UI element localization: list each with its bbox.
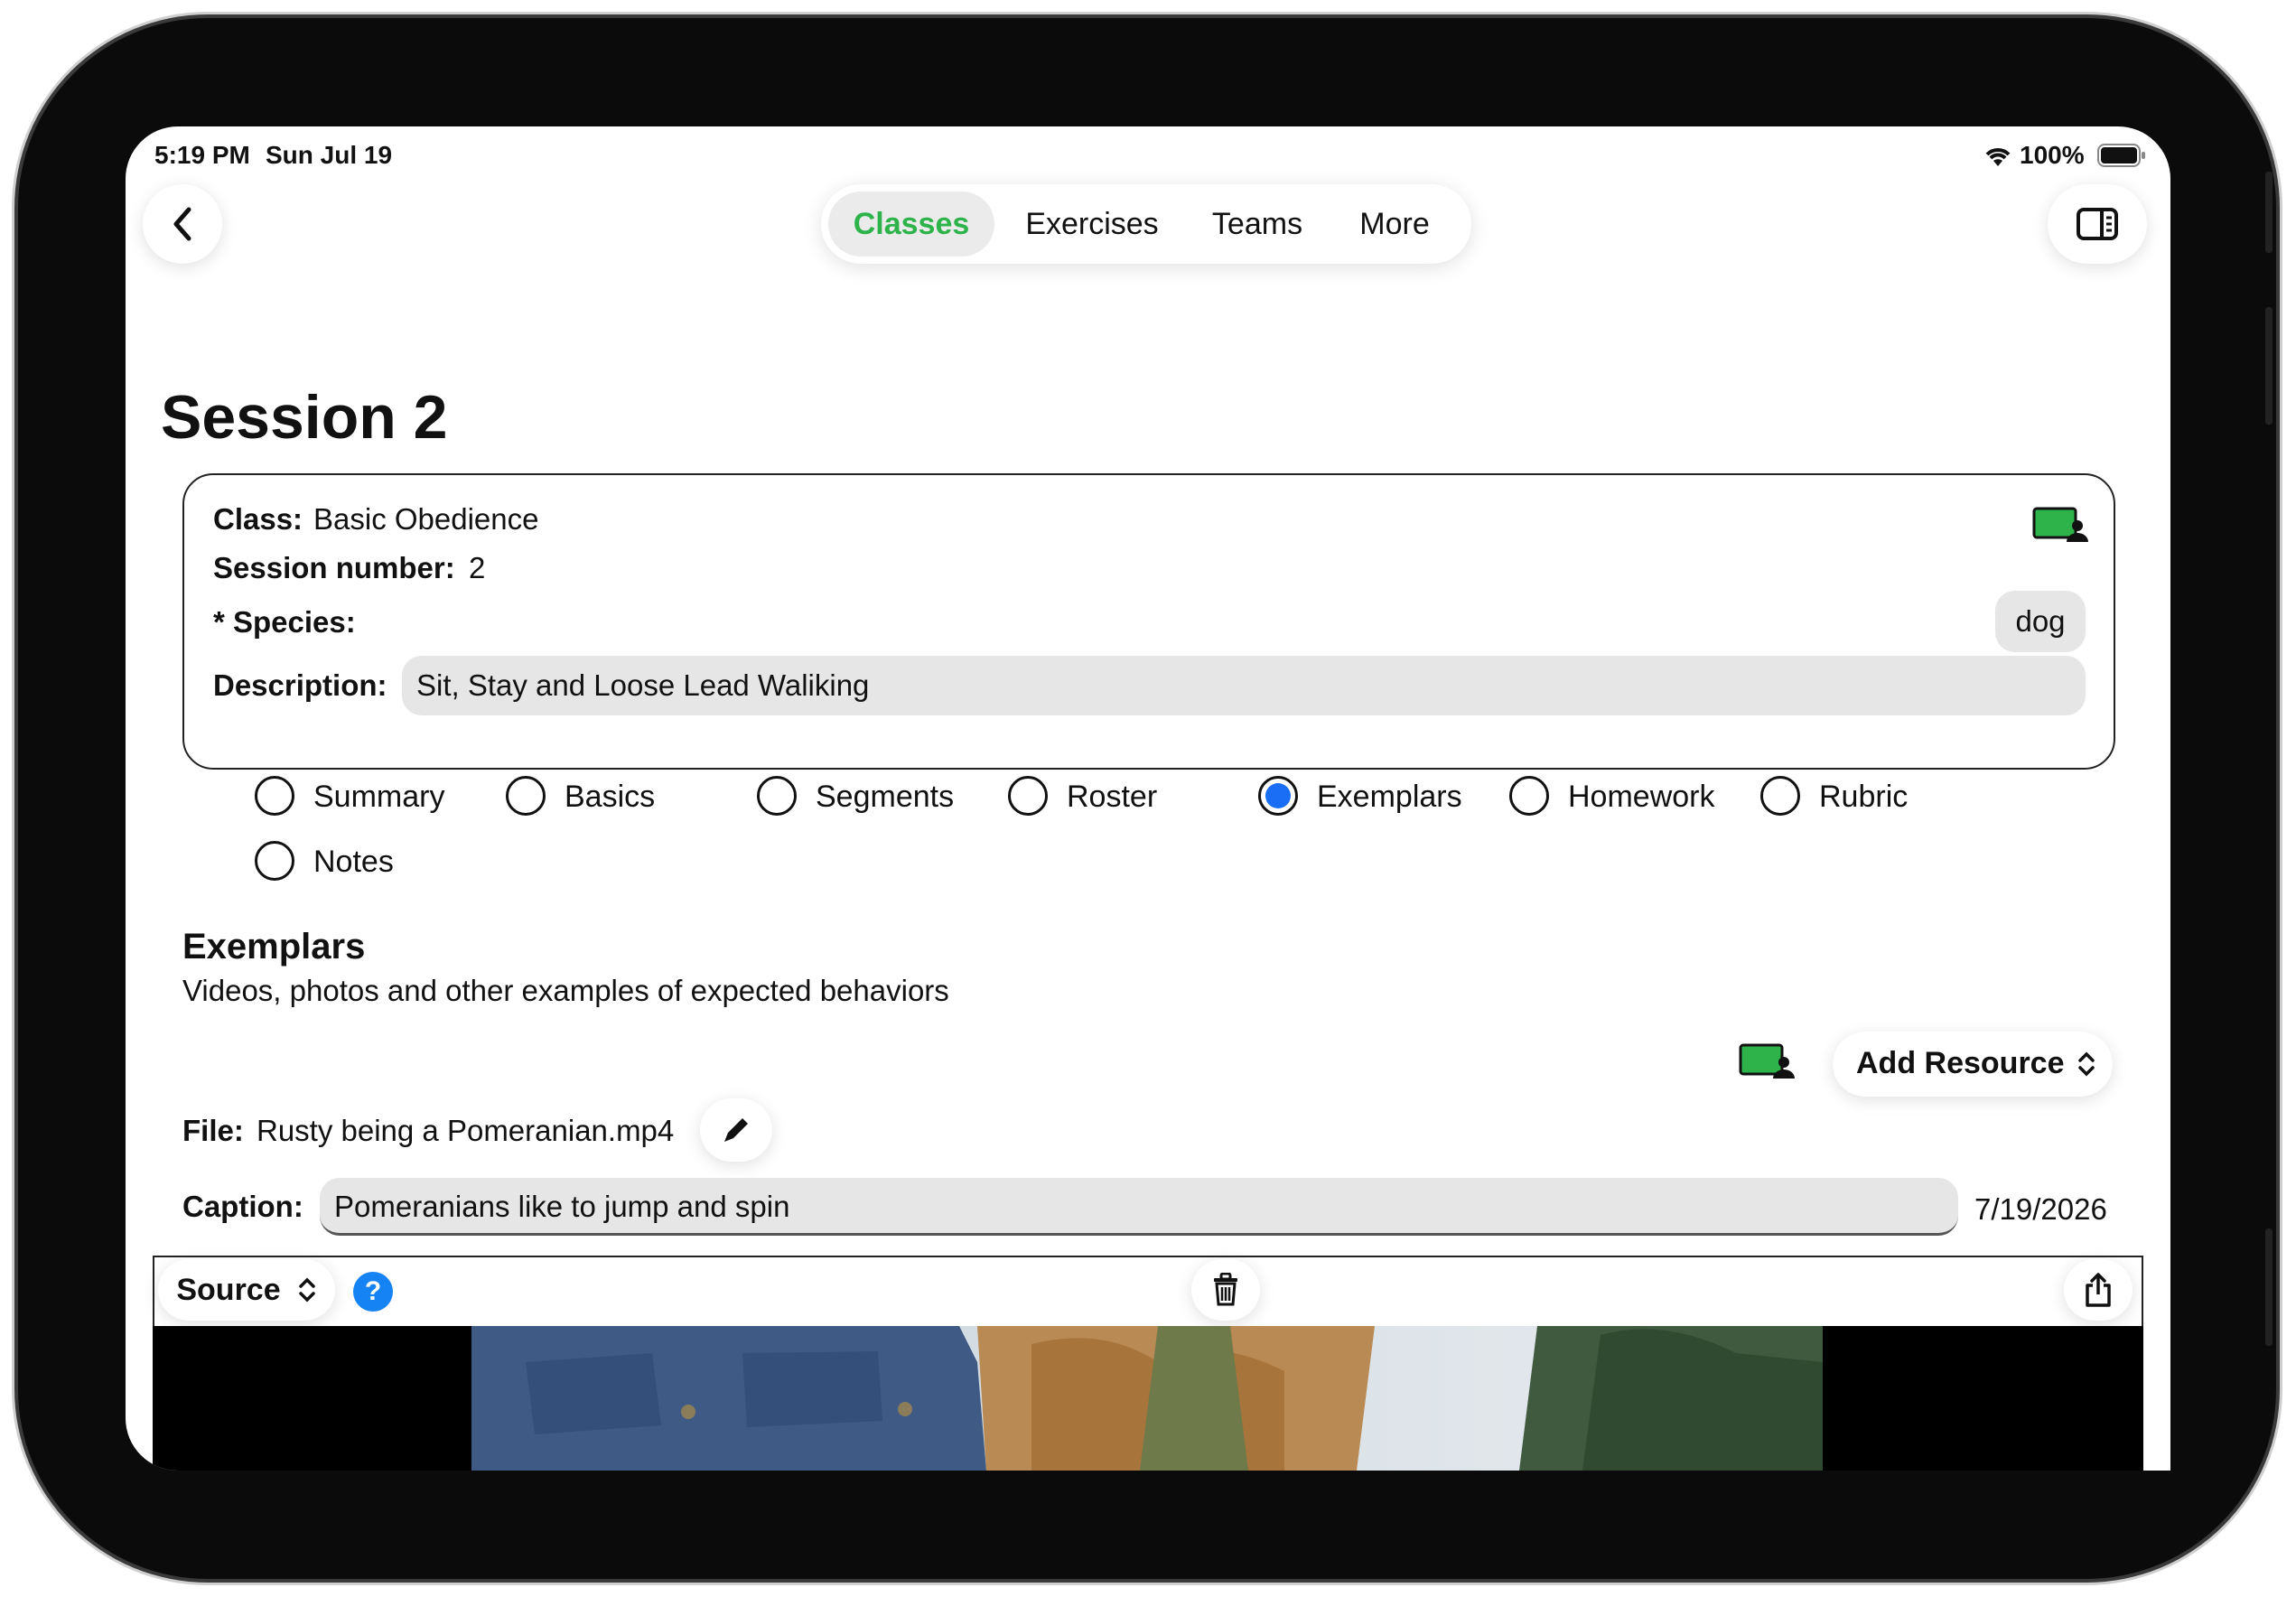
share-icon bbox=[2086, 1273, 2111, 1307]
source-label: Source bbox=[176, 1272, 281, 1307]
tab-classes[interactable]: Classes bbox=[828, 191, 994, 257]
tab-exercises[interactable]: Exercises bbox=[1002, 191, 1182, 257]
top-tab-bar: Classes Exercises Teams More bbox=[821, 184, 1471, 264]
exemplars-subheading: Videos, photos and other examples of exp… bbox=[182, 974, 949, 1007]
back-button[interactable] bbox=[143, 184, 222, 264]
status-date: Sun Jul 19 bbox=[266, 141, 393, 169]
battery-icon bbox=[2097, 143, 2146, 173]
delete-button[interactable] bbox=[1191, 1259, 1260, 1321]
species-value[interactable]: dog bbox=[1995, 591, 2086, 652]
description-field[interactable]: Sit, Stay and Loose Lead Waliking bbox=[402, 656, 2086, 715]
tab-more[interactable]: More bbox=[1330, 191, 1459, 257]
sidebar-toggle-button[interactable] bbox=[2048, 184, 2147, 264]
trash-icon bbox=[1214, 1273, 1237, 1306]
session-number-label: Session number: bbox=[213, 551, 455, 584]
chevron-up-down-icon bbox=[2078, 1051, 2095, 1077]
pencil-icon bbox=[724, 1118, 748, 1142]
volume-button bbox=[2265, 307, 2273, 425]
description-label: Description: bbox=[213, 668, 387, 702]
exemplars-heading: Exemplars bbox=[182, 927, 366, 967]
session-number-value: 2 bbox=[469, 551, 486, 584]
tab-teams[interactable]: Teams bbox=[1190, 191, 1325, 257]
file-name: Rusty being a Pomeranian.mp4 bbox=[257, 1114, 675, 1147]
chevron-up-down-icon bbox=[298, 1277, 315, 1303]
class-value: Basic Obedience bbox=[313, 502, 539, 536]
power-button bbox=[2265, 1228, 2273, 1346]
sidebar-right-icon bbox=[2077, 208, 2118, 240]
volume-button bbox=[2265, 172, 2273, 253]
chevron-left-icon bbox=[173, 207, 191, 241]
add-resource-button[interactable]: Add Resource bbox=[1833, 1032, 2113, 1097]
media-toolbar: Source ? bbox=[153, 1256, 2143, 1326]
caption-label: Caption: bbox=[182, 1190, 303, 1223]
class-label: Class: bbox=[213, 502, 303, 536]
share-button[interactable] bbox=[2064, 1259, 2133, 1321]
add-resource-label: Add Resource bbox=[1856, 1046, 2065, 1080]
presenter-icon[interactable] bbox=[1739, 1042, 1795, 1085]
edit-file-button[interactable] bbox=[700, 1098, 772, 1162]
video-player[interactable] bbox=[153, 1326, 2143, 1471]
caption-field[interactable]: Pomeranians like to jump and spin bbox=[320, 1178, 1958, 1236]
page-title: Session 2 bbox=[161, 383, 448, 452]
presenter-icon[interactable] bbox=[2032, 506, 2088, 548]
wifi-icon bbox=[1983, 145, 2013, 173]
session-info-card: Class: Basic Obedience Session number: 2… bbox=[182, 473, 2115, 770]
app-screen: 5:19 PM Sun Jul 19 100% Classes Exercise… bbox=[126, 126, 2170, 1471]
resource-date: 7/19/2026 bbox=[1974, 1192, 2107, 1226]
status-time: 5:19 PM bbox=[154, 141, 250, 169]
help-button[interactable]: ? bbox=[353, 1272, 393, 1312]
file-label: File: bbox=[182, 1114, 244, 1147]
battery-percent: 100% bbox=[2020, 141, 2085, 169]
species-label: * Species: bbox=[213, 605, 356, 639]
source-picker[interactable]: Source bbox=[158, 1259, 335, 1321]
video-frame-thumbnail bbox=[471, 1326, 1823, 1471]
